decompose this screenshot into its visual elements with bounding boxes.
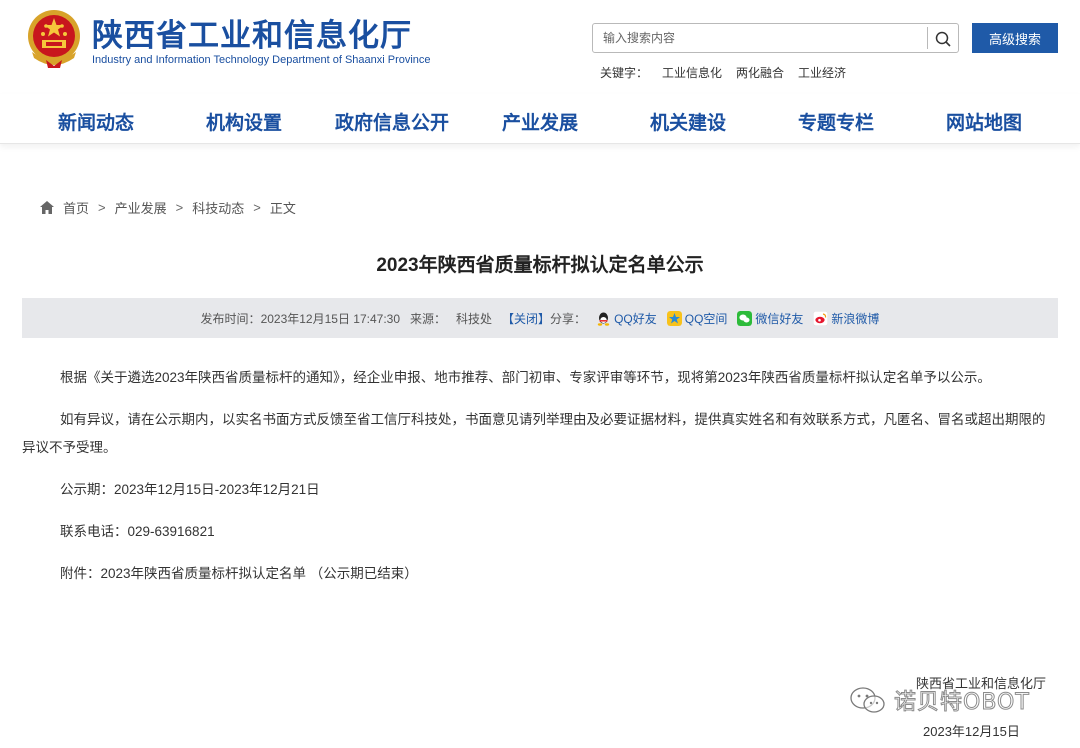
search-box [592, 23, 959, 53]
publicity-period: 公示期：2023年12月15日-2023年12月21日 [60, 482, 320, 497]
site-subtitle: Industry and Information Technology Depa… [92, 54, 431, 66]
weibo-icon [813, 310, 829, 326]
breadcrumb-current: 正文 [269, 201, 296, 216]
keywords-label: 关键字： [600, 66, 649, 80]
breadcrumb-separator: > [98, 200, 106, 215]
breadcrumb-home[interactable]: 首页 [63, 198, 89, 217]
breadcrumb-industry[interactable]: 产业发展 [115, 198, 167, 217]
share-label: 分享： [550, 311, 587, 326]
signature-date: 2023年12月15日 [923, 724, 1020, 739]
share-qzone[interactable]: QQ空间 [666, 310, 728, 327]
wechat-watermark-icon [850, 687, 885, 713]
search-input[interactable] [593, 24, 927, 52]
search-icon[interactable] [933, 29, 953, 49]
nav-item-special-topics[interactable]: 专题专栏 [798, 108, 874, 135]
share-qq-friend[interactable]: QQ好友 [596, 310, 657, 327]
publish-time: 2023年12月15日 17:47:30 [260, 311, 400, 326]
nav-item-agency-building[interactable]: 机关建设 [650, 108, 726, 135]
attachment-link[interactable]: 附件：2023年陕西省质量标杆拟认定名单 （公示期已结束） [22, 560, 1058, 588]
national-emblem-icon [28, 10, 80, 68]
qzone-star-icon [666, 310, 682, 326]
share-qq-friend-label: QQ好友 [614, 311, 657, 326]
site-header: 陕西省工业和信息化厅 Industry and Information Tech… [0, 0, 1080, 94]
article-body: 根据《关于遴选2023年陕西省质量标杆的通知》，经企业申报、地市推荐、部门初审、… [22, 364, 1058, 602]
site-title: 陕西省工业和信息化厅 [92, 18, 412, 54]
keywords-bar: 关键字： 工业信息化 两化融合 工业经济 [600, 64, 846, 81]
qq-icon [597, 312, 610, 326]
breadcrumb: 首页 > 产业发展 > 科技动态 > 正文 [40, 198, 296, 217]
breadcrumb-tech-news[interactable]: 科技动态 [192, 198, 244, 217]
keyword-link[interactable]: 工业经济 [798, 64, 846, 81]
wechat-icon [737, 310, 753, 326]
nav-item-news[interactable]: 新闻动态 [58, 108, 134, 135]
close-link[interactable]: 【关闭】 [502, 310, 550, 327]
share-wechat-label: 微信好友 [755, 311, 804, 326]
source-value: 科技处 [456, 311, 493, 326]
share-qzone-label: QQ空间 [684, 311, 728, 326]
search-divider [927, 27, 928, 49]
nav-item-organization[interactable]: 机构设置 [206, 108, 282, 135]
share-wechat[interactable]: 微信好友 [737, 310, 803, 327]
publish-label: 发布时间： [200, 311, 261, 326]
article-meta-bar: 发布时间： 2023年12月15日 17:47:30 来源： 科技处 【关闭】 … [22, 298, 1058, 338]
watermark: 诺贝特OBOT [848, 684, 1030, 716]
article-paragraph: 根据《关于遴选2023年陕西省质量标杆的通知》，经企业申报、地市推荐、部门初审、… [60, 370, 991, 385]
breadcrumb-separator: > [253, 200, 261, 215]
keyword-link[interactable]: 两化融合 [736, 64, 784, 81]
source-label: 来源： [410, 311, 447, 326]
breadcrumb-separator: > [175, 200, 184, 215]
advanced-search-button[interactable]: 高级搜索 [972, 23, 1058, 53]
watermark-text: 诺贝特OBOT [894, 690, 1030, 716]
keyword-link[interactable]: 工业信息化 [662, 64, 722, 81]
article-title: 2023年陕西省质量标杆拟认定名单公示 [376, 255, 704, 276]
share-weibo-label: 新浪微博 [831, 311, 880, 326]
nav-item-sitemap[interactable]: 网站地图 [946, 108, 1022, 135]
main-nav: 新闻动态 机构设置 政府信息公开 产业发展 机关建设 专题专栏 网站地图 [0, 94, 1080, 144]
home-icon[interactable] [40, 201, 54, 214]
article-paragraph: 如有异议，请在公示期内，以实名书面方式反馈至省工信厅科技处，书面意见请列举理由及… [22, 412, 1046, 455]
share-weibo[interactable]: 新浪微博 [813, 310, 879, 327]
nav-item-gov-info[interactable]: 政府信息公开 [335, 108, 449, 135]
contact-phone: 联系电话：029-63916821 [60, 524, 215, 539]
nav-item-industry[interactable]: 产业发展 [502, 108, 578, 135]
